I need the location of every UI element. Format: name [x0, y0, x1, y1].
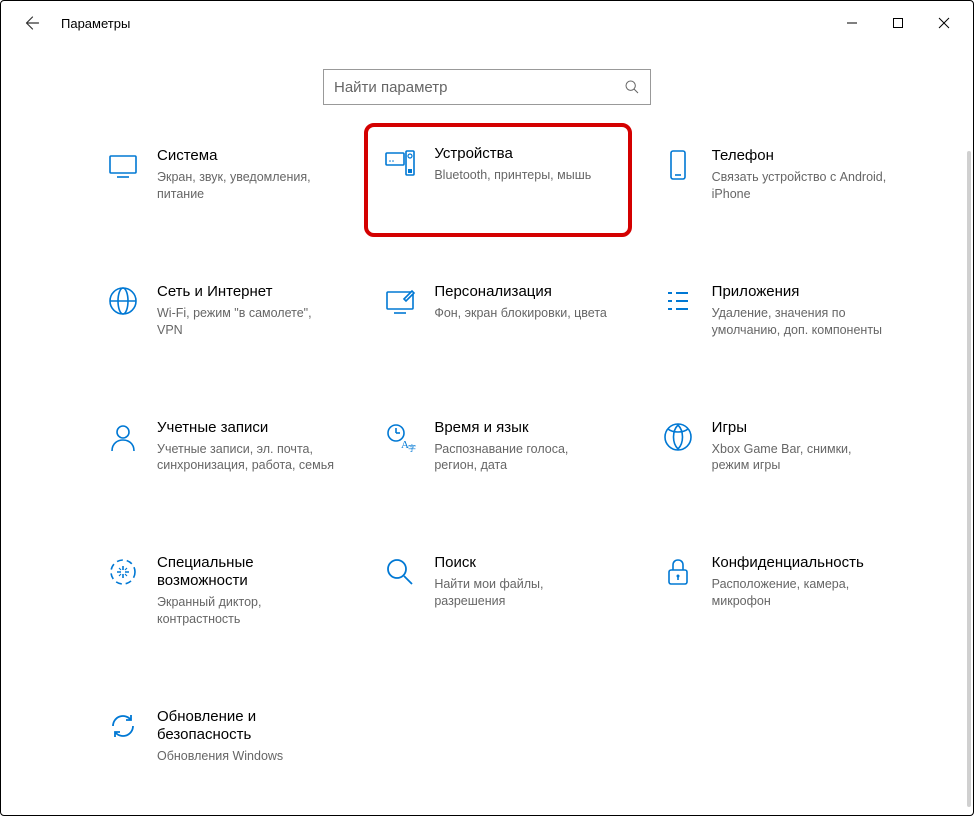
- tile-gaming[interactable]: Игры Xbox Game Bar, снимки, режим игры: [656, 413, 896, 481]
- maximize-button[interactable]: [875, 7, 921, 39]
- tile-personalization[interactable]: Персонализация Фон, экран блокировки, цве…: [378, 277, 618, 345]
- minimize-icon: [846, 17, 858, 29]
- tile-title: Обновление и безопасность: [157, 708, 337, 744]
- tile-subtitle: Wi-Fi, режим "в самолете", VPN: [157, 305, 337, 339]
- tile-title: Поиск: [434, 554, 614, 572]
- scrollbar[interactable]: [967, 151, 971, 807]
- devices-icon: [382, 145, 418, 181]
- tile-title: Конфиденциальность: [712, 554, 892, 572]
- tile-text: Телефон Связать устройство с Android, iPh…: [712, 147, 892, 203]
- search-icon: [624, 79, 640, 95]
- network-icon: [105, 283, 141, 319]
- minimize-button[interactable]: [829, 7, 875, 39]
- close-button[interactable]: [921, 7, 967, 39]
- tile-text: Время и язык Распознавание голоса, регион…: [434, 419, 614, 475]
- tile-title: Устройства: [434, 145, 591, 163]
- window-title: Параметры: [61, 16, 130, 31]
- tile-privacy[interactable]: Конфиденциальность Расположение, камера, …: [656, 548, 896, 634]
- tile-network[interactable]: Сеть и Интернет Wi-Fi, режим "в самолете"…: [101, 277, 341, 345]
- tile-text: Устройства Bluetooth, принтеры, мышь: [434, 145, 591, 184]
- tile-subtitle: Связать устройство с Android, iPhone: [712, 169, 892, 203]
- tile-title: Сеть и Интернет: [157, 283, 337, 301]
- time-icon: A字: [382, 419, 418, 455]
- tile-text: Учетные записи Учетные записи, эл. почта,…: [157, 419, 337, 475]
- tile-text: Конфиденциальность Расположение, камера, …: [712, 554, 892, 610]
- tile-search[interactable]: Поиск Найти мои файлы, разрешения: [378, 548, 618, 634]
- content: Система Экран, звук, уведомления, питание…: [1, 141, 973, 771]
- back-arrow-icon: [22, 14, 40, 32]
- tile-devices[interactable]: Устройства Bluetooth, принтеры, мышь: [364, 123, 632, 237]
- titlebar: Параметры: [1, 1, 973, 45]
- tile-phone[interactable]: Телефон Связать устройство с Android, iPh…: [656, 141, 896, 209]
- back-button[interactable]: [15, 7, 47, 39]
- tile-subtitle: Учетные записи, эл. почта, синхронизация…: [157, 441, 337, 475]
- tile-apps[interactable]: Приложения Удаление, значения по умолчани…: [656, 277, 896, 345]
- tile-text: Приложения Удаление, значения по умолчани…: [712, 283, 892, 339]
- tile-accounts[interactable]: Учетные записи Учетные записи, эл. почта,…: [101, 413, 341, 481]
- tile-update[interactable]: Обновление и безопасность Обновления Wind…: [101, 702, 341, 771]
- accounts-icon: [105, 419, 141, 455]
- tile-text: Сеть и Интернет Wi-Fi, режим "в самолете"…: [157, 283, 337, 339]
- svg-text:字: 字: [408, 443, 416, 453]
- tile-title: Система: [157, 147, 337, 165]
- tile-time[interactable]: A字 Время и язык Распознавание голоса, реги…: [378, 413, 618, 481]
- tile-text: Специальные возможности Экранный диктор, …: [157, 554, 337, 628]
- tile-subtitle: Xbox Game Bar, снимки, режим игры: [712, 441, 892, 475]
- search-input[interactable]: [334, 79, 624, 96]
- tile-subtitle: Bluetooth, принтеры, мышь: [434, 167, 591, 184]
- update-icon: [105, 708, 141, 744]
- search-box[interactable]: [323, 69, 651, 105]
- tile-title: Специальные возможности: [157, 554, 337, 590]
- tile-title: Телефон: [712, 147, 892, 165]
- tile-title: Приложения: [712, 283, 892, 301]
- tile-title: Время и язык: [434, 419, 614, 437]
- tile-title: Учетные записи: [157, 419, 337, 437]
- tile-subtitle: Распознавание голоса, регион, дата: [434, 441, 614, 475]
- tile-subtitle: Экран, звук, уведомления, питание: [157, 169, 337, 203]
- ease-icon: [105, 554, 141, 590]
- tile-text: Обновление и безопасность Обновления Wind…: [157, 708, 337, 765]
- personalization-icon: [382, 283, 418, 319]
- tile-title: Игры: [712, 419, 892, 437]
- tile-text: Поиск Найти мои файлы, разрешения: [434, 554, 614, 610]
- privacy-icon: [660, 554, 696, 590]
- maximize-icon: [892, 17, 904, 29]
- phone-icon: [660, 147, 696, 183]
- search-icon: [382, 554, 418, 590]
- tile-text: Игры Xbox Game Bar, снимки, режим игры: [712, 419, 892, 475]
- tile-system[interactable]: Система Экран, звук, уведомления, питание: [101, 141, 341, 209]
- tile-subtitle: Экранный диктор, контрастность: [157, 594, 337, 628]
- settings-window: Параметры Система Экран, звук, уведомлени…: [0, 0, 974, 816]
- tile-subtitle: Фон, экран блокировки, цвета: [434, 305, 607, 322]
- tile-subtitle: Удаление, значения по умолчанию, доп. ко…: [712, 305, 892, 339]
- gaming-icon: [660, 419, 696, 455]
- tile-text: Персонализация Фон, экран блокировки, цве…: [434, 283, 607, 322]
- tile-subtitle: Обновления Windows: [157, 748, 337, 765]
- tile-ease[interactable]: Специальные возможности Экранный диктор, …: [101, 548, 341, 634]
- settings-grid: Система Экран, звук, уведомления, питание…: [101, 141, 903, 771]
- close-icon: [938, 17, 950, 29]
- tile-subtitle: Найти мои файлы, разрешения: [434, 576, 614, 610]
- system-icon: [105, 147, 141, 183]
- apps-icon: [660, 283, 696, 319]
- window-controls: [829, 7, 967, 39]
- tile-subtitle: Расположение, камера, микрофон: [712, 576, 892, 610]
- tile-text: Система Экран, звук, уведомления, питание: [157, 147, 337, 203]
- tile-title: Персонализация: [434, 283, 607, 301]
